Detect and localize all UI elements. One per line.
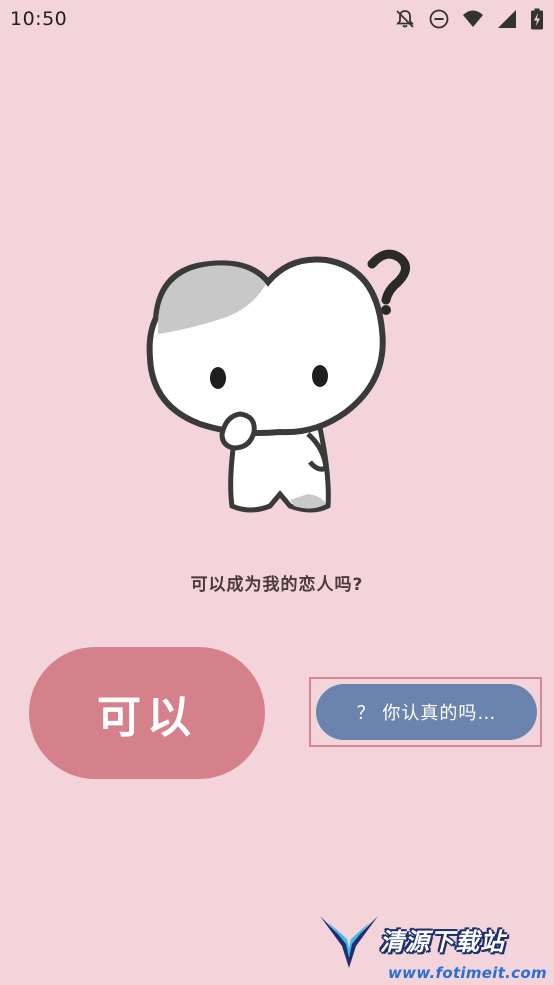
watermark-url: www.fotimeit.com: [388, 964, 547, 982]
battery-charging-icon: [530, 8, 544, 30]
status-icons: [394, 8, 544, 30]
do-not-disturb-icon: [428, 8, 450, 30]
signal-icon: [496, 8, 518, 30]
site-watermark: 清源下载站 www.fotimeit.com: [318, 910, 547, 982]
notifications-off-icon: [394, 8, 416, 30]
status-bar: 10:50: [0, 0, 554, 40]
watermark-site-name: 清源下载站: [380, 928, 505, 956]
are-you-serious-button[interactable]: ？ 你认真的吗…: [316, 684, 537, 740]
status-time: 10:50: [10, 8, 68, 30]
yes-button[interactable]: 可以: [29, 647, 265, 779]
love-question-text: 可以成为我的恋人吗?: [190, 575, 364, 595]
watermark-logo-icon: [320, 916, 378, 968]
wifi-icon: [462, 8, 484, 30]
thinking-mascot-illustration: [140, 238, 420, 518]
